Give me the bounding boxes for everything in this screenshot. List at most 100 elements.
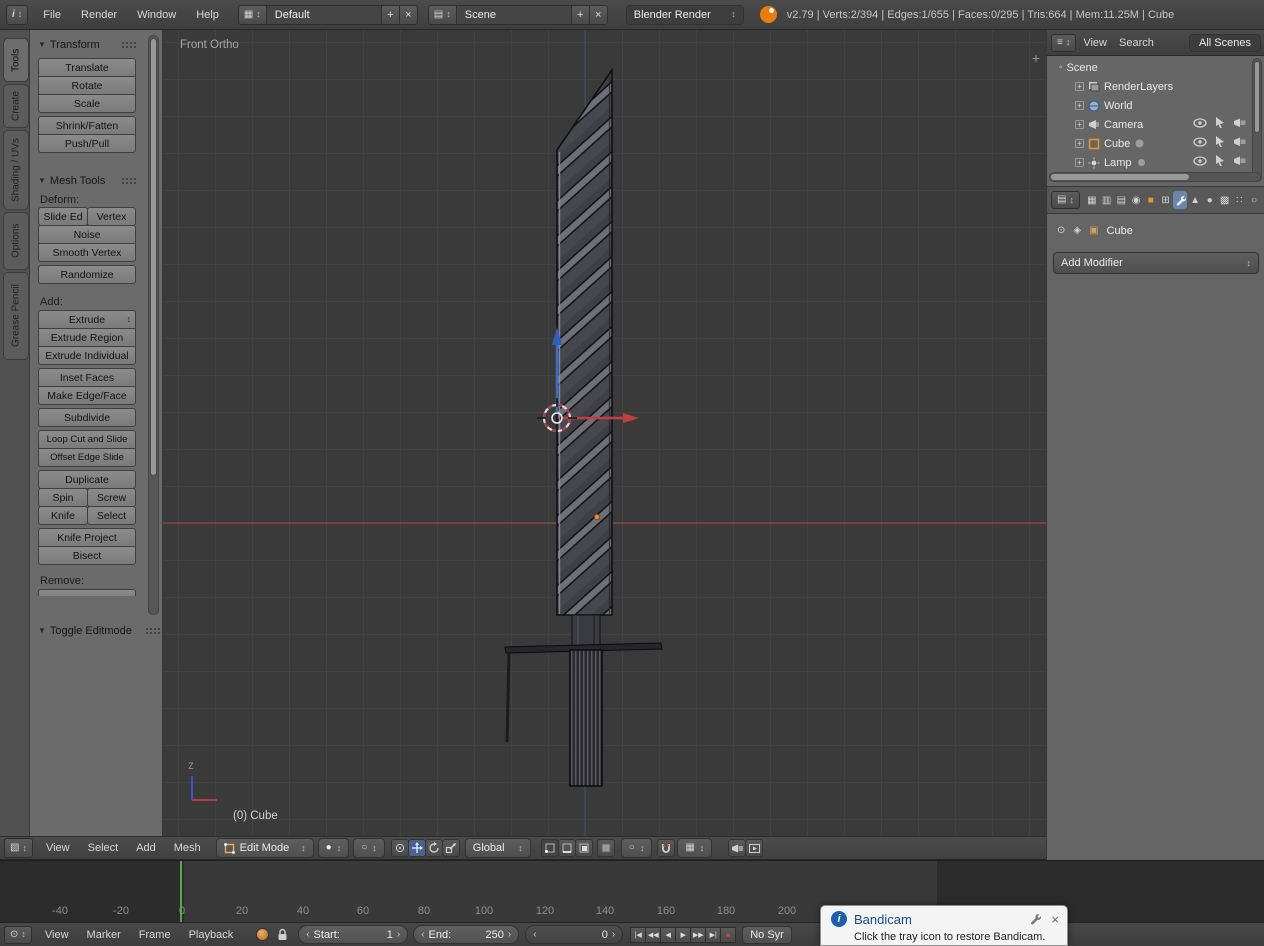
tab-constraints[interactable]: ⊞ [1159, 191, 1173, 209]
occlude-geometry-toggle[interactable] [596, 839, 615, 857]
visibility-eye-icon[interactable] [1193, 155, 1207, 166]
layout-browse-button[interactable]: ▦ ↕ [237, 4, 267, 25]
frame-start-field[interactable]: ‹ Start: 1 › [298, 925, 409, 944]
close-icon[interactable]: × [1051, 912, 1059, 927]
tab-physics[interactable]: ○ [1247, 191, 1261, 209]
bandicam-notification[interactable]: i Bandicam × Click the tray icon to rest… [820, 905, 1068, 946]
jump-next-keyframe-button[interactable]: ▶▶ [690, 926, 707, 943]
tab-object-data[interactable]: ▲ [1188, 191, 1202, 209]
make-edge-face-button[interactable]: Make Edge/Face [38, 386, 136, 405]
screw-button[interactable]: Screw [87, 488, 136, 507]
editor-type-info-button[interactable]: i ↕ [6, 4, 29, 25]
menu-file[interactable]: File [34, 6, 70, 24]
jump-to-end-button[interactable]: ▶| [705, 926, 722, 943]
timeline-menu-marker[interactable]: Marker [78, 926, 130, 944]
expand-icon[interactable]: + [1075, 82, 1084, 91]
tab-scene[interactable]: ▤ [1114, 191, 1128, 209]
jump-prev-keyframe-button[interactable]: ◀◀ [645, 926, 662, 943]
timeline-menu-playback[interactable]: Playback [180, 926, 243, 944]
add-modifier-dropdown[interactable]: Add Modifier ↕ [1053, 252, 1259, 274]
editor-type-3dview-button[interactable]: ▧ ↕ [4, 838, 33, 858]
knife-select-button[interactable]: Select [87, 506, 136, 525]
sync-dropdown[interactable]: No Syr [742, 925, 792, 944]
lock-icon[interactable] [277, 928, 288, 941]
outliner-row-scene[interactable]: ◦ Scene [1047, 58, 1251, 77]
visibility-eye-icon[interactable] [1193, 117, 1207, 128]
panel-grip-icon[interactable] [121, 40, 136, 50]
panel-grip-icon[interactable] [121, 176, 136, 186]
outliner-scope-dropdown[interactable]: All Scenes [1189, 33, 1261, 52]
outliner-menu-search[interactable]: Search [1114, 34, 1159, 52]
render-engine-dropdown[interactable]: Blender Render ↕ [625, 4, 744, 25]
play-button[interactable]: ▶ [675, 926, 692, 943]
selectability-arrow-icon[interactable] [1215, 155, 1226, 166]
pin-icon[interactable]: ⊙ [1057, 226, 1065, 236]
face-select-toggle[interactable] [574, 839, 593, 857]
tab-world[interactable]: ◉ [1129, 191, 1143, 209]
transform-panel-header[interactable]: ▼ Transform [38, 36, 136, 54]
renderability-camera-icon[interactable] [1234, 156, 1247, 166]
transform-orientation-dropdown[interactable]: Global ↕ [464, 838, 531, 858]
viewport-3d[interactable]: Front Ortho z (0) Cube + [163, 30, 1046, 836]
translate-button[interactable]: Translate [38, 58, 136, 77]
selectability-arrow-icon[interactable] [1215, 117, 1226, 128]
visibility-eye-icon[interactable] [1193, 136, 1207, 147]
mesh-tools-panel-header[interactable]: ▼ Mesh Tools [38, 172, 136, 190]
tab-render[interactable]: ▦ [1085, 191, 1099, 209]
scene-delete-button[interactable]: × [588, 4, 608, 25]
extrude-region-button[interactable]: Extrude Region [38, 328, 136, 347]
view3d-menu-mesh[interactable]: Mesh [165, 839, 210, 857]
rotate-button[interactable]: Rotate [38, 76, 136, 95]
extrude-individual-button[interactable]: Extrude Individual [38, 346, 136, 365]
layout-name-field[interactable]: Default [265, 4, 382, 25]
outliner-row-world[interactable]: + World [1047, 96, 1251, 115]
timeline-ruler[interactable]: -40 -20 0 20 40 60 80 100 120 140 160 18… [0, 860, 1264, 923]
viewport-shading-dropdown[interactable]: ● ↕ [317, 838, 350, 858]
scene-add-button[interactable]: + [570, 4, 590, 25]
shelf-tab-options[interactable]: Options [3, 212, 29, 270]
vertex-select-toggle[interactable] [540, 839, 559, 857]
duplicate-button[interactable]: Duplicate [38, 470, 136, 489]
tab-object[interactable]: ■ [1144, 191, 1158, 209]
expand-icon[interactable]: + [1075, 158, 1084, 167]
snap-element-dropdown[interactable]: ▦ ↕ [677, 838, 713, 858]
record-button[interactable]: ● [720, 926, 737, 943]
spin-button[interactable]: Spin [38, 488, 88, 507]
noise-button[interactable]: Noise [38, 225, 136, 244]
menu-window[interactable]: Window [128, 6, 185, 24]
loop-cut-slide-button[interactable]: Loop Cut and Slide [38, 430, 136, 449]
mode-dropdown[interactable]: Edit Mode ↕ [215, 838, 314, 858]
randomize-button[interactable]: Randomize [38, 265, 136, 284]
editor-type-timeline-button[interactable]: ⊙ ↕ [4, 925, 32, 944]
scene-name-field[interactable]: Scene [455, 4, 572, 25]
expand-icon[interactable]: + [1075, 120, 1084, 129]
slide-vertex-button[interactable]: Vertex [87, 207, 136, 226]
preview-range-icon[interactable] [256, 928, 270, 941]
outliner-hscrollbar[interactable] [1049, 172, 1261, 182]
tab-texture[interactable]: ▩ [1218, 191, 1232, 209]
snap-toggle[interactable] [657, 839, 676, 857]
shelf-tab-grease-pencil[interactable]: Grease Pencil [3, 272, 29, 360]
timeline-menu-view[interactable]: View [36, 926, 78, 944]
layout-add-button[interactable]: + [380, 4, 400, 25]
pivot-point-dropdown[interactable]: ○ ↕ [353, 838, 385, 858]
tab-material[interactable]: ● [1203, 191, 1217, 209]
tab-modifiers[interactable] [1173, 191, 1188, 209]
tab-particles[interactable]: ∷ [1232, 191, 1246, 209]
menu-help[interactable]: Help [187, 6, 228, 24]
opengl-render-anim-button[interactable] [745, 839, 764, 857]
subdivide-button[interactable]: Subdivide [38, 408, 136, 427]
manipulator-translate-toggle[interactable] [407, 839, 426, 857]
play-reverse-button[interactable]: ◀ [660, 926, 677, 943]
expand-icon[interactable]: + [1075, 101, 1084, 110]
scale-button[interactable]: Scale [38, 94, 136, 113]
manipulator-rotate-toggle[interactable] [424, 839, 443, 857]
breadcrumb-object-name[interactable]: Cube [1107, 225, 1133, 237]
shelf-tab-tools[interactable]: Tools [3, 38, 29, 82]
timeline-menu-frame[interactable]: Frame [130, 926, 180, 944]
renderability-camera-icon[interactable] [1234, 137, 1247, 147]
push-pull-button[interactable]: Push/Pull [38, 134, 136, 153]
smooth-vertex-button[interactable]: Smooth Vertex [38, 243, 136, 262]
current-frame-field[interactable]: ‹ 0 › [525, 925, 624, 944]
expand-icon[interactable]: + [1075, 139, 1084, 148]
